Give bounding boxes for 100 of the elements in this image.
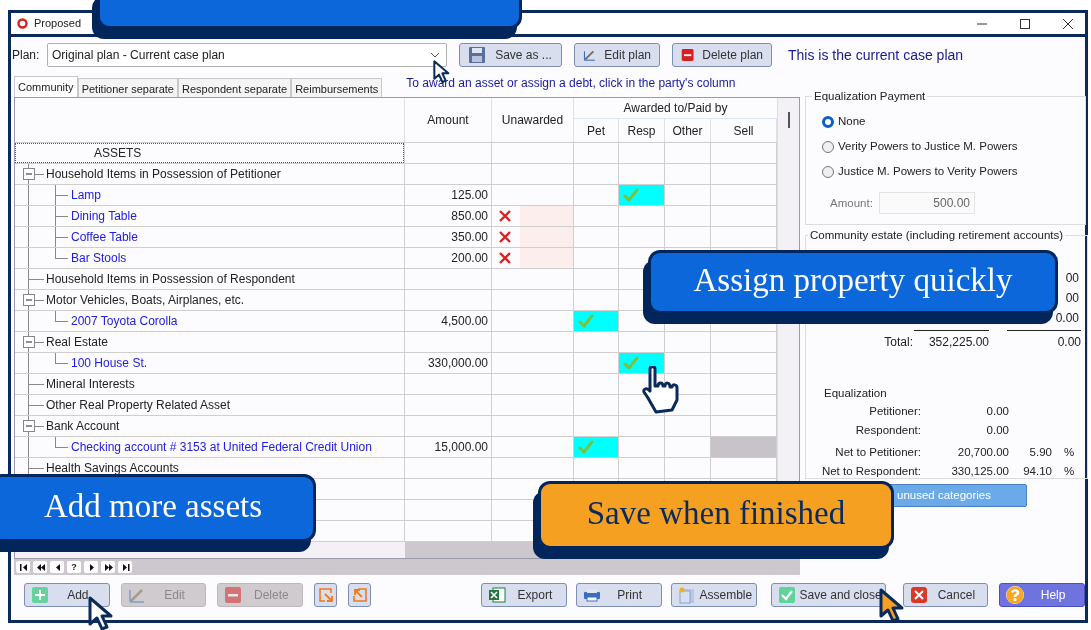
- cross-icon: [498, 230, 512, 244]
- amount-cell-text: 850.00: [451, 208, 488, 225]
- action-button[interactable]: Export: [481, 583, 567, 607]
- category-label[interactable]: Health Savings Accounts: [46, 459, 179, 477]
- collapse-icon[interactable]: [23, 420, 35, 432]
- toolbar-button[interactable]: Delete plan: [672, 43, 772, 67]
- collapse-icon[interactable]: [23, 336, 35, 348]
- radio-label[interactable]: Verity Powers to Justice M. Powers: [838, 138, 1018, 156]
- nav-icon: [34, 562, 46, 572]
- action-button[interactable]: Help: [999, 583, 1085, 607]
- column-header: Resp: [627, 122, 656, 140]
- toolbar-button[interactable]: Edit plan: [574, 43, 660, 67]
- spreadsheet-icon: [488, 586, 507, 604]
- nav-button[interactable]: [84, 561, 98, 573]
- percent-sign: %: [1064, 445, 1075, 461]
- column-header: Pet: [587, 122, 605, 140]
- amount-cell-text: 350.00: [451, 229, 488, 246]
- nav-button[interactable]: [16, 561, 30, 573]
- action-button[interactable]: Print: [575, 583, 662, 607]
- plus-icon: [31, 586, 49, 604]
- column-header: Sell: [733, 122, 754, 140]
- radio-button[interactable]: [822, 165, 834, 178]
- cross-icon: [498, 251, 512, 265]
- total-value: 352,225.00: [927, 334, 989, 352]
- nav-button[interactable]: ?: [67, 561, 81, 573]
- close-icon: [909, 586, 928, 604]
- radio-label[interactable]: None: [838, 113, 866, 131]
- icon-button[interactable]: [348, 583, 372, 607]
- radio-label[interactable]: Justice M. Powers to Verity Powers: [838, 163, 1018, 181]
- equalization-value: 0.00: [985, 423, 1009, 439]
- check-icon: [777, 586, 796, 604]
- category-label[interactable]: Bank Account: [46, 417, 120, 435]
- equalization-value: 0.00: [985, 404, 1009, 420]
- amount-cell-text: 15,000.00: [434, 439, 488, 456]
- tab[interactable]: Petitioner separate: [77, 78, 178, 97]
- floppy-icon: [468, 46, 486, 64]
- award-cell[interactable]: [574, 437, 618, 457]
- item-link[interactable]: Dining Table: [71, 207, 137, 225]
- toolbar-button[interactable]: Save as ...: [459, 43, 562, 67]
- collapse-icon[interactable]: [23, 168, 35, 180]
- item-link[interactable]: Bar Stools: [71, 249, 127, 267]
- action-button[interactable]: Assemble: [670, 583, 757, 607]
- pencil-icon: [127, 586, 146, 604]
- total-value: 0.00: [1056, 334, 1081, 352]
- value-text: 00: [1065, 290, 1079, 308]
- radio-button[interactable]: [822, 115, 834, 128]
- checkmark-icon: [578, 314, 594, 328]
- checkmark-icon: [623, 188, 639, 202]
- category-label[interactable]: Real Estate: [46, 333, 109, 351]
- close-icon[interactable]: [1063, 18, 1073, 29]
- equalization-label: Respondent:: [854, 423, 921, 439]
- action-button[interactable]: Cancel: [902, 583, 989, 607]
- tab[interactable]: Respondent separate: [177, 78, 292, 97]
- amount-cell-text: 4,500.00: [441, 313, 488, 330]
- percent-sign: %: [1064, 464, 1075, 480]
- action-button[interactable]: Add: [24, 583, 110, 607]
- app-icon: [17, 18, 28, 29]
- item-link[interactable]: Coffee Table: [71, 228, 138, 246]
- equalization-value: 20,700.00: [956, 445, 1009, 461]
- award-cell[interactable]: [574, 311, 618, 331]
- cross-icon: [498, 209, 512, 223]
- plan-dropdown[interactable]: Original plan - Current case plan: [47, 43, 447, 67]
- nav-button[interactable]: [50, 561, 64, 573]
- item-link[interactable]: 100 House St.: [71, 354, 148, 372]
- category-label[interactable]: Household Items in Possession of Respondent: [46, 270, 295, 288]
- tab[interactable]: Community: [14, 76, 78, 97]
- equalization-label: Net to Petitioner:: [834, 445, 921, 461]
- printer-icon: [582, 586, 601, 604]
- icon-button[interactable]: [314, 583, 338, 607]
- item-link[interactable]: 2007 Toyota Corolla: [71, 312, 178, 330]
- minus-icon: [224, 586, 243, 604]
- radio-button[interactable]: [822, 140, 834, 153]
- nav-button[interactable]: [33, 561, 47, 573]
- plan-label: Plan:: [12, 47, 41, 64]
- collapse-icon[interactable]: [23, 294, 35, 306]
- category-label[interactable]: Other Real Property Related Asset: [46, 396, 231, 414]
- amount-field[interactable]: 500.00: [879, 192, 975, 215]
- window-title: Proposed: [34, 16, 82, 32]
- tab[interactable]: Reimbursements: [291, 78, 383, 97]
- amount-cell-text: 200.00: [451, 250, 488, 267]
- award-cell[interactable]: [619, 185, 664, 205]
- help-icon: [1006, 586, 1025, 604]
- arrow-box-icon: [351, 587, 368, 603]
- value-text: 0.00: [1055, 310, 1079, 328]
- percent-value: 5.90: [1028, 445, 1052, 461]
- nav-button[interactable]: [101, 561, 115, 573]
- section-title: Equalization: [824, 386, 888, 402]
- total-label: Total:: [883, 334, 913, 352]
- award-cell[interactable]: [619, 353, 664, 373]
- maximize-icon[interactable]: [1020, 18, 1030, 29]
- category-label[interactable]: Household Items in Possession of Petitioner: [46, 165, 281, 183]
- item-link[interactable]: Checking account # 3153 at United Federal Credit Union: [71, 438, 372, 456]
- group-title: Community estate (including retirement accounts): [809, 228, 1065, 243]
- category-label[interactable]: Motor Vehicles, Boats, Airplanes, etc.: [46, 291, 245, 309]
- section-label: ASSETS: [94, 145, 142, 162]
- minus-icon: [681, 46, 695, 64]
- nav-button[interactable]: [118, 561, 132, 573]
- category-label[interactable]: Mineral Interests: [46, 375, 135, 393]
- plan-note: This is the current case plan: [788, 45, 964, 65]
- item-link[interactable]: Lamp: [71, 186, 102, 204]
